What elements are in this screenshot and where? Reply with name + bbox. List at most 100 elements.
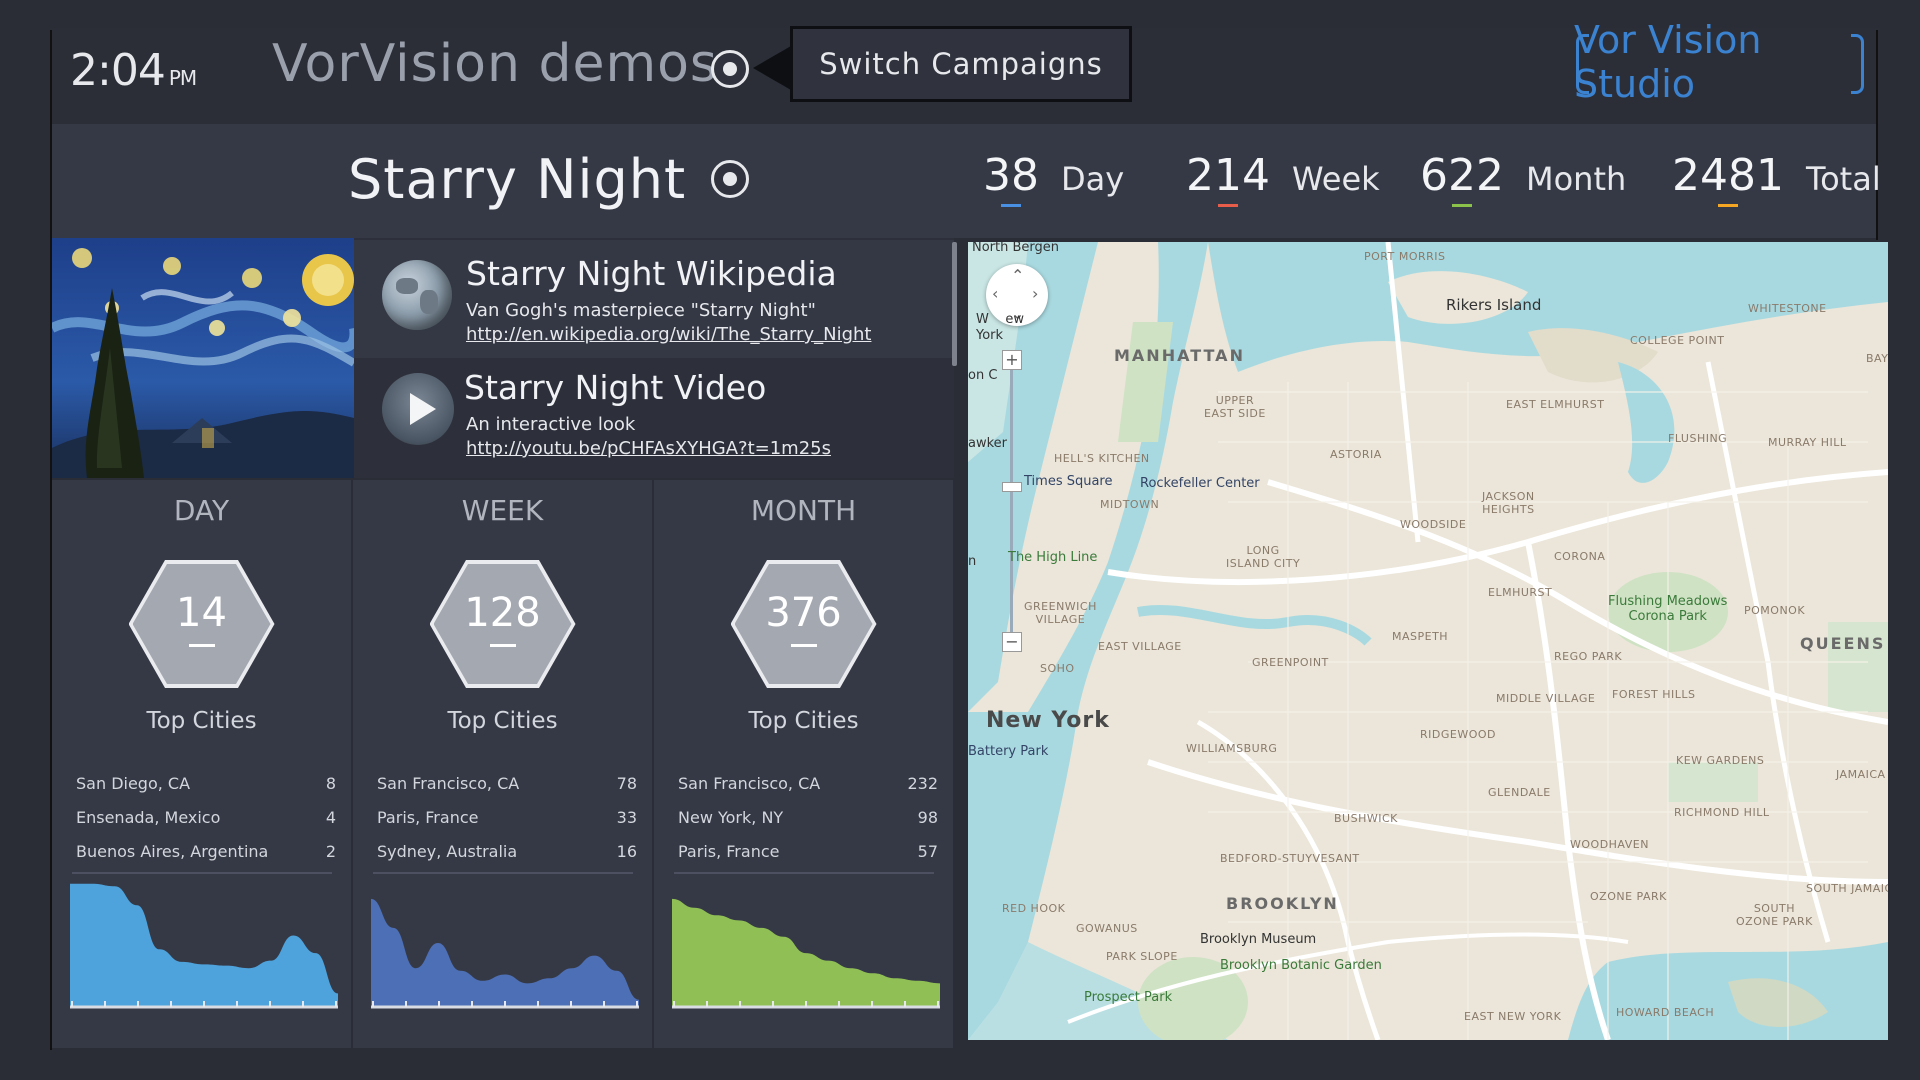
- campaign-options-icon[interactable]: [711, 160, 749, 198]
- zoom-in-button[interactable]: +: [1002, 350, 1022, 370]
- city-row: Paris, France 33: [377, 800, 637, 834]
- period-count: 376: [765, 590, 842, 636]
- map-label: MIDDLE VILLAGE: [1496, 692, 1596, 705]
- city-name: Paris, France: [678, 841, 780, 861]
- stat-day-value: 38: [983, 150, 1039, 207]
- campaign-menu-icon-dot: [723, 62, 737, 76]
- map-label: SOUTH JAMAIC: [1806, 882, 1888, 895]
- link-item-wikipedia[interactable]: Starry Night Wikipedia Van Gogh's master…: [354, 240, 954, 358]
- map-zoom-slider[interactable]: [1010, 360, 1013, 640]
- map-label: Brooklyn Botanic Garden: [1220, 958, 1382, 973]
- city-row: San Francisco, CA 78: [377, 766, 637, 800]
- switch-campaigns-button[interactable]: Switch Campaigns: [790, 26, 1132, 102]
- map-label: QUEENS: [1800, 634, 1886, 653]
- stat-day: 38 Day: [983, 150, 1125, 207]
- map-label: Flushing Meadows Corona Park: [1608, 594, 1728, 624]
- period-title: MONTH: [750, 494, 857, 527]
- top-cities-label: Top Cities: [748, 708, 859, 734]
- trend-area: [70, 883, 338, 1006]
- map-label: ASTORIA: [1330, 448, 1382, 461]
- city-name: San Diego, CA: [76, 773, 191, 793]
- city-name: San Francisco, CA: [377, 773, 520, 793]
- city-count: 33: [616, 807, 637, 827]
- map-label: GREENPOINT: [1252, 656, 1329, 669]
- trend-chart: [672, 898, 940, 1009]
- stat-month-label: Month: [1525, 160, 1627, 198]
- campaign-options-icon-dot: [723, 172, 737, 186]
- map-label: OZONE PARK: [1590, 890, 1667, 903]
- city-count: 4: [325, 807, 336, 827]
- play-icon[interactable]: [382, 373, 454, 445]
- link-title: Starry Night Wikipedia: [466, 254, 837, 293]
- map-label: GOWANUS: [1076, 922, 1138, 935]
- starry-night-thumbnail: [52, 238, 354, 478]
- stat-month: 622 Month: [1420, 150, 1627, 207]
- map-label: RED HOOK: [1002, 902, 1066, 915]
- period-count: 14: [176, 590, 227, 636]
- divider: [373, 872, 633, 874]
- map-label: Prospect Park: [1084, 990, 1173, 1005]
- map-label: MURRAY HILL: [1768, 436, 1847, 449]
- divider: [72, 872, 332, 874]
- links-scrollbar[interactable]: [952, 242, 957, 366]
- zoom-slider-handle[interactable]: [1002, 482, 1022, 492]
- link-title: Starry Night Video: [464, 368, 767, 407]
- period-title: DAY: [173, 494, 230, 527]
- city-count: 16: [616, 841, 637, 861]
- link-url[interactable]: http://youtu.be/pCHFAsXYHGA?t=1m25s: [466, 438, 831, 459]
- stat-total-value: 2481: [1672, 150, 1784, 207]
- campaign-title: Starry Night: [348, 148, 687, 211]
- globe-landmass: [396, 278, 418, 294]
- map-label: North Bergen: [972, 242, 1060, 255]
- clock-time: 2:04: [70, 45, 166, 96]
- map-label: BAY T: [1866, 352, 1888, 365]
- zoom-out-button[interactable]: −: [1002, 632, 1022, 652]
- map-label: EAST ELMHURST: [1506, 398, 1605, 411]
- city-row: New York, NY 98: [678, 800, 938, 834]
- hexagon-badge: 376: [730, 560, 877, 688]
- period-month: MONTH 376 Top Cities San Francisco, CA 23…: [654, 480, 953, 1048]
- pan-up-icon[interactable]: ⌃: [1011, 268, 1024, 284]
- link-url[interactable]: http://en.wikipedia.org/wiki/The_Starry_…: [466, 324, 871, 345]
- hexagon-underline: [489, 644, 516, 647]
- map-label: HOWARD BEACH: [1616, 1006, 1715, 1019]
- city-count: 57: [917, 841, 938, 861]
- period-title: WEEK: [461, 494, 544, 527]
- city-list: San Francisco, CA 78 Paris, France 33 Sydn…: [377, 766, 637, 868]
- map-label: awker: [968, 436, 1008, 451]
- city-name: Paris, France: [377, 807, 479, 827]
- city-name: Ensenada, Mexico: [76, 807, 221, 827]
- map-label: on C: [968, 368, 998, 383]
- pan-left-icon[interactable]: ‹: [992, 286, 998, 302]
- map-label: COLLEGE POINT: [1630, 334, 1725, 347]
- trend-chart: [371, 898, 639, 1009]
- stat-month-value: 622: [1420, 150, 1504, 207]
- map-label: POMONOK: [1744, 604, 1806, 617]
- hexagon-underline: [188, 644, 215, 647]
- map-label: PARK SLOPE: [1106, 950, 1178, 963]
- city-row: San Francisco, CA 232: [678, 766, 938, 800]
- app-title: VorVision demos: [272, 34, 719, 94]
- map-label: JAMAICA: [1836, 768, 1886, 781]
- pan-right-icon[interactable]: ›: [1032, 286, 1038, 302]
- map-label: EAST NEW YORK: [1464, 1010, 1562, 1023]
- globe-icon: [382, 260, 452, 330]
- map-label: GREENWICH VILLAGE: [1024, 600, 1097, 626]
- map-view[interactable]: ⌃ ⌄ ‹ › + − North Bergen PORT MORRIS Rik…: [968, 242, 1888, 1040]
- map-label: New York: [986, 708, 1110, 733]
- trend-area: [371, 898, 639, 1006]
- brand-logo: Vor Vision Studio: [1574, 18, 1866, 106]
- top-cities-label: Top Cities: [146, 708, 257, 734]
- map-label: WOODHAVEN: [1570, 838, 1649, 851]
- stat-week-label: Week: [1291, 160, 1380, 198]
- link-item-video[interactable]: Starry Night Video An interactive look h…: [354, 358, 954, 476]
- city-count: 8: [325, 773, 336, 793]
- stat-day-label: Day: [1061, 160, 1125, 198]
- map-label: JACKSON HEIGHTS: [1482, 490, 1535, 516]
- map-label: BROOKLYN: [1226, 894, 1339, 913]
- city-row: Buenos Aires, Argentina 2: [76, 834, 336, 868]
- city-row: Ensenada, Mexico 4: [76, 800, 336, 834]
- switch-callout-arrow: [753, 46, 791, 90]
- map-label: n: [968, 554, 977, 569]
- campaign-menu-icon[interactable]: [711, 50, 749, 88]
